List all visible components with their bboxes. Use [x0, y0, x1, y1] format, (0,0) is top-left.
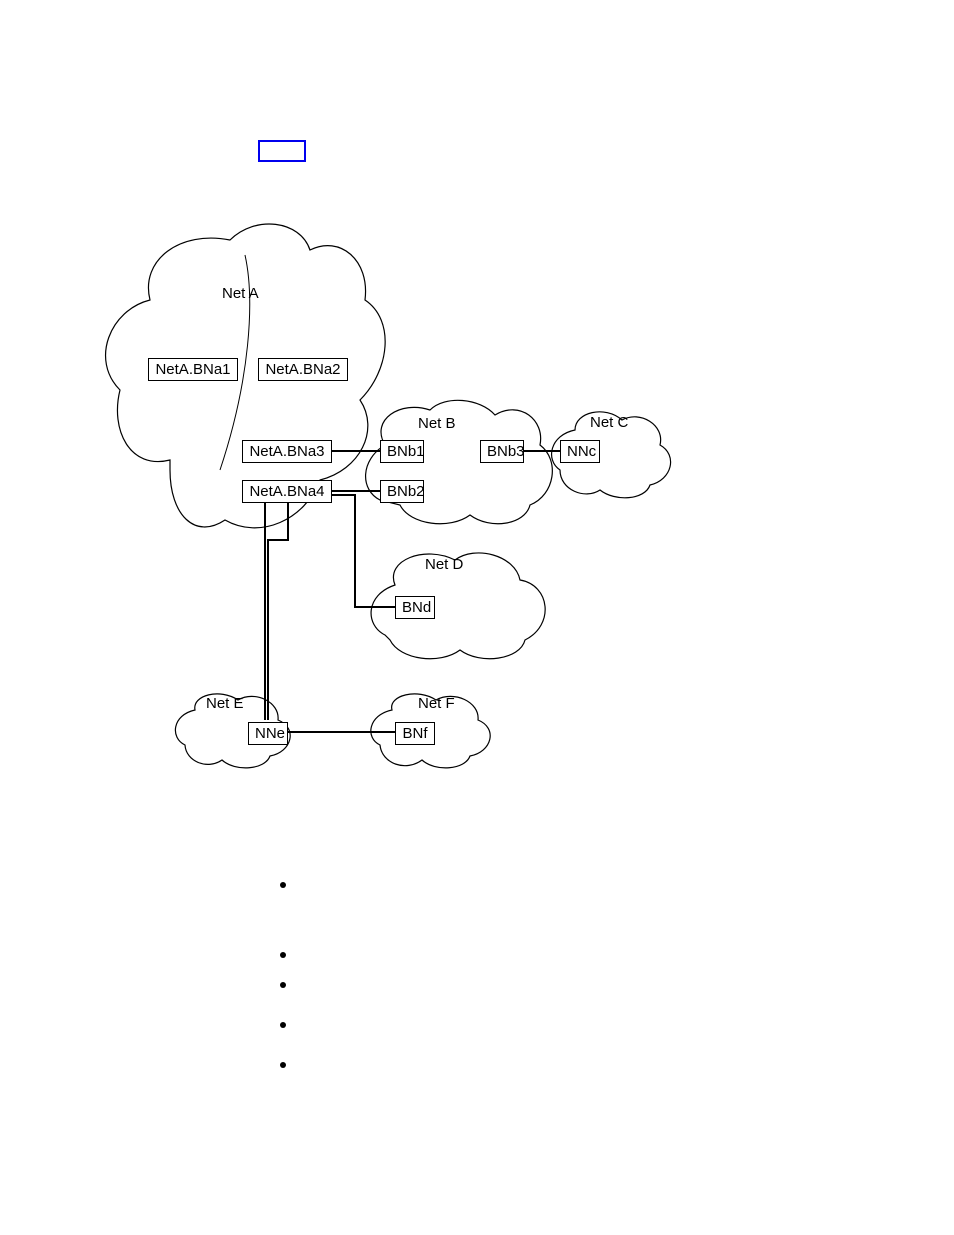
node-bnf: BNf — [395, 722, 435, 745]
bullet-item — [280, 946, 286, 958]
label-net-c: Net C — [590, 414, 628, 431]
label-net-e: Net E — [206, 695, 244, 712]
node-nne: NNe — [248, 722, 288, 745]
bullet-dot-icon — [280, 1062, 286, 1068]
bullet-item — [280, 1016, 286, 1028]
node-bnb3: BNb3 — [480, 440, 524, 463]
bullet-dot-icon — [280, 882, 286, 888]
node-neta-bna4: NetA.BNa4 — [242, 480, 332, 503]
node-neta-bna1: NetA.BNa1 — [148, 358, 238, 381]
bullet-list — [280, 876, 286, 1086]
bullet-item — [280, 976, 286, 988]
bullet-dot-icon — [280, 952, 286, 958]
node-neta-bna3: NetA.BNa3 — [242, 440, 332, 463]
link-bna4-nne — [268, 500, 288, 720]
diagram-svg — [0, 0, 954, 1235]
node-bnb1: BNb1 — [380, 440, 424, 463]
node-bnb2: BNb2 — [380, 480, 424, 503]
label-net-b: Net B — [418, 415, 456, 432]
label-net-f: Net F — [418, 695, 455, 712]
bullet-dot-icon — [280, 982, 286, 988]
label-net-d: Net D — [425, 556, 463, 573]
node-neta-bna2: NetA.BNa2 — [258, 358, 348, 381]
bullet-dot-icon — [280, 1022, 286, 1028]
label-net-a: Net A — [222, 285, 259, 302]
bullet-item — [280, 1056, 286, 1068]
node-bnd: BNd — [395, 596, 435, 619]
node-nnc: NNc — [560, 440, 600, 463]
bullet-item — [280, 876, 286, 888]
